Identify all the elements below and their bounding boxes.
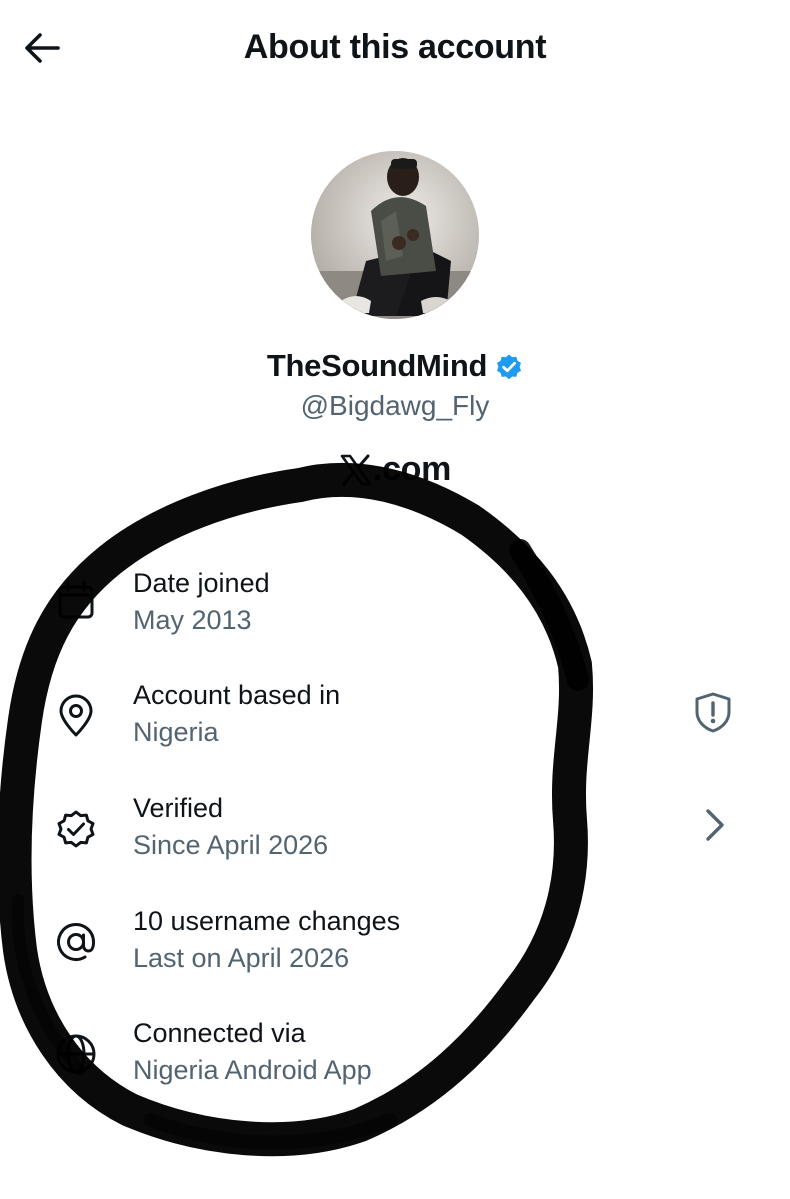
display-name: TheSoundMind — [266, 348, 488, 383]
brand-text: .com — [372, 450, 452, 488]
info-row-username-changes: 10 username changes Last on April 2026 — [0, 898, 790, 998]
chevron-right-icon[interactable] — [692, 803, 736, 847]
info-title: Account based in — [133, 680, 341, 710]
info-title: Connected via — [133, 1018, 306, 1048]
username-handle: @Bigdawg_Fly — [300, 390, 490, 421]
info-value: Last on April 2026 — [133, 943, 350, 973]
x-logo-icon — [340, 454, 372, 485]
info-title: 10 username changes — [133, 906, 401, 936]
verified-seal-icon — [57, 810, 95, 848]
info-row-connected-via: Connected via Nigeria Android App — [0, 1010, 790, 1110]
location-pin-icon — [59, 694, 93, 737]
at-sign-icon — [57, 922, 96, 961]
info-value: Since April 2026 — [133, 830, 329, 860]
globe-icon — [56, 1034, 96, 1074]
info-value: Nigeria Android App — [133, 1055, 372, 1085]
profile-name-row: TheSoundMind — [0, 348, 790, 384]
brand-logo: .com — [0, 450, 790, 489]
page-title: About this account — [243, 28, 547, 66]
calendar-icon — [58, 580, 94, 619]
info-title: Date joined — [133, 568, 270, 598]
shield-alert-icon[interactable] — [691, 690, 735, 734]
info-value: May 2013 — [133, 605, 252, 635]
info-title: Verified — [133, 793, 224, 823]
info-row-account-based-in: Account based in Nigeria — [0, 672, 790, 772]
verified-badge-icon[interactable] — [495, 353, 523, 381]
info-value: Nigeria — [133, 717, 219, 747]
info-row-date-joined: Date joined May 2013 — [0, 560, 790, 660]
avatar[interactable] — [311, 151, 479, 319]
profile-photo — [311, 151, 479, 319]
info-row-verified[interactable]: Verified Since April 2026 — [0, 785, 790, 885]
